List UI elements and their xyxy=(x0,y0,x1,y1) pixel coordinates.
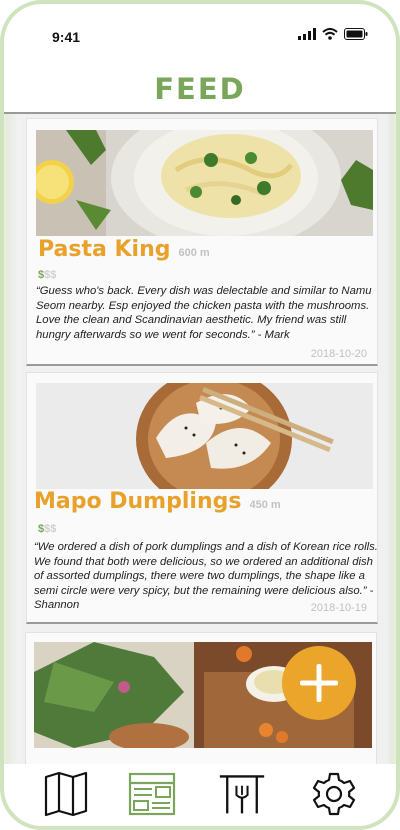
review-date: 2018-10-19 xyxy=(310,602,367,614)
page-title: FEED xyxy=(154,72,246,106)
restaurant-name-text: Pasta King xyxy=(38,237,171,262)
feed-card-mapo-dumplings[interactable]: Mapo Dumplings 450 m $$$ “We ordered a di… xyxy=(26,372,378,624)
price-level: $$$ xyxy=(38,269,56,281)
restaurant-name[interactable]: Pasta King 600 m xyxy=(38,237,210,262)
add-review-button[interactable] xyxy=(282,646,356,720)
restaurant-name[interactable]: Mapo Dumplings 450 m xyxy=(34,489,281,514)
tab-restaurants[interactable] xyxy=(218,770,266,818)
restaurant-icon xyxy=(219,775,265,814)
dumplings-dish-image xyxy=(36,383,373,489)
battery-icon xyxy=(344,28,368,40)
distance-label: 600 m xyxy=(178,247,210,259)
pasta-dish-image xyxy=(36,130,373,236)
tab-feed[interactable] xyxy=(128,770,176,818)
price-level-inactive: $$ xyxy=(44,269,57,281)
map-icon xyxy=(44,771,88,817)
wifi-icon xyxy=(322,28,338,40)
tab-settings[interactable] xyxy=(310,770,358,818)
feed-icon xyxy=(128,772,176,816)
phone-frame: 9:41 FEED Pasta King 600 m $$$ “Guess wh… xyxy=(0,0,400,830)
status-time: 9:41 xyxy=(52,29,81,45)
distance-label: 450 m xyxy=(249,499,281,511)
gear-icon xyxy=(312,772,356,816)
review-date: 2018-10-20 xyxy=(310,348,367,360)
status-icons xyxy=(298,28,368,40)
restaurant-name-text: Mapo Dumplings xyxy=(34,489,242,514)
signal-icon xyxy=(298,28,316,40)
header: FEED xyxy=(4,62,396,114)
review-text: “Guess who's back. Every dish was delect… xyxy=(36,285,372,341)
status-bar: 9:41 xyxy=(4,4,396,62)
tab-map[interactable] xyxy=(42,770,90,818)
plus-icon xyxy=(300,664,338,702)
price-level: $$$ xyxy=(38,523,56,535)
feed-card-pasta-king[interactable]: Pasta King 600 m $$$ “Guess who's back. E… xyxy=(26,118,378,366)
price-level-inactive: $$ xyxy=(44,523,57,535)
tab-bar xyxy=(4,764,396,826)
